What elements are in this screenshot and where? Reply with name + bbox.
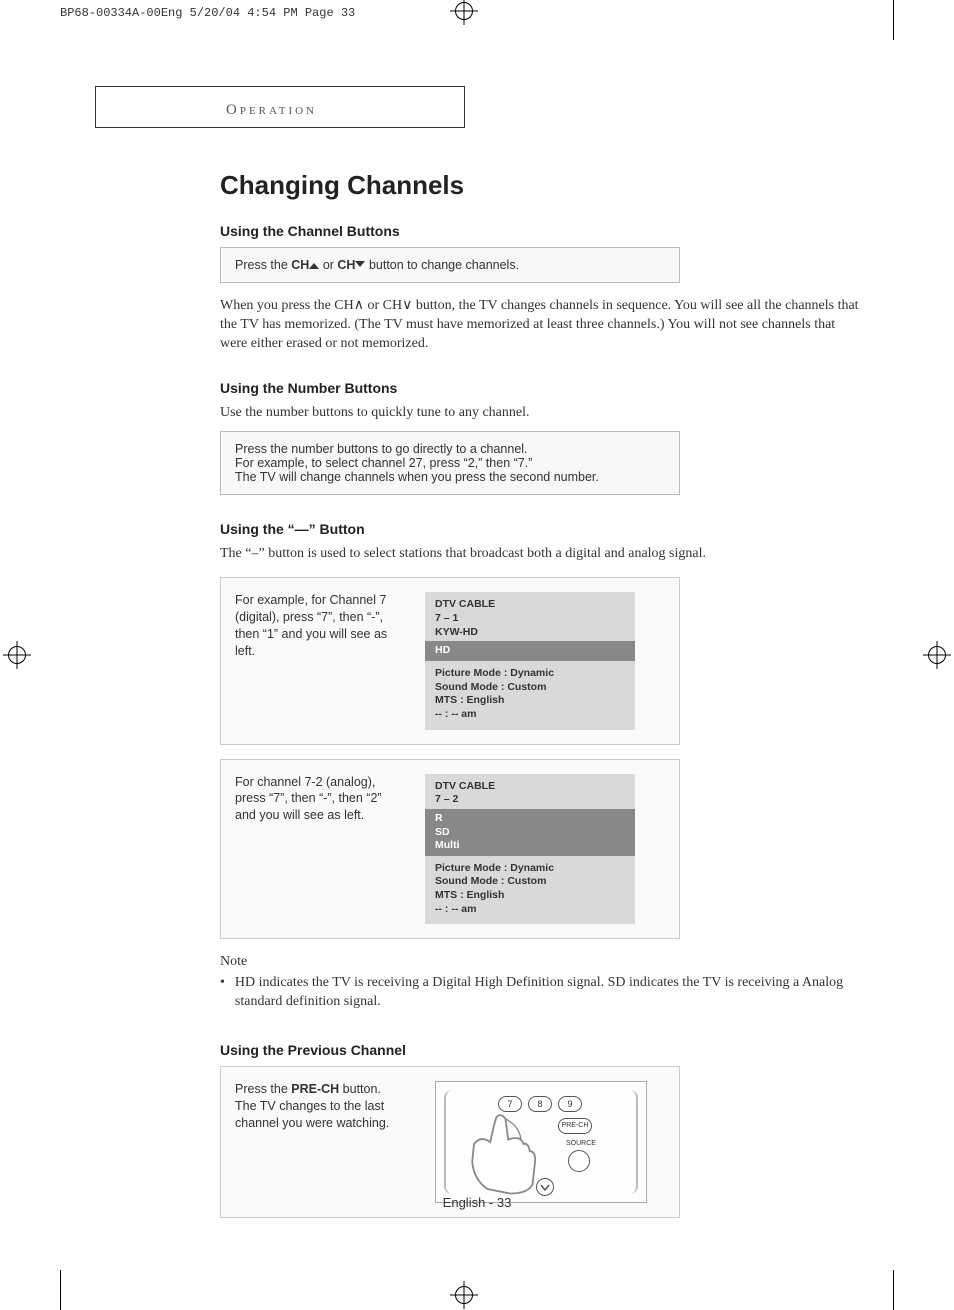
remote-button-9: 9	[558, 1096, 582, 1112]
registration-mark-right	[928, 646, 946, 664]
s1-body: When you press the CH∧ or CH∨ button, th…	[220, 297, 860, 354]
hand-icon	[456, 1108, 546, 1198]
osd2-l2: 7 – 2	[435, 793, 625, 807]
chevron-up-icon	[309, 261, 319, 269]
s4-prech-label: PRE-CH	[291, 1082, 339, 1096]
s1-box-mid: or	[319, 258, 337, 272]
chevron-down-icon	[355, 261, 365, 269]
s3-example2-box: For channel 7-2 (analog), press “7”, the…	[220, 759, 680, 940]
s3-ex1-text: For example, for Channel 7 (digital), pr…	[235, 592, 405, 729]
cropmark-text: BP68-00334A-00Eng 5/20/04 4:54 PM Page 3…	[60, 6, 355, 20]
s4-pre: Press the	[235, 1082, 291, 1096]
s2-heading: Using the Number Buttons	[220, 380, 860, 396]
s4-text: Press the PRE-CH button. The TV changes …	[235, 1081, 415, 1203]
note-title: Note	[220, 953, 860, 972]
note-block: Note • HD indicates the TV is receiving …	[220, 953, 860, 1012]
s4-heading: Using the Previous Channel	[220, 1042, 860, 1058]
s3-ex2-text: For channel 7-2 (analog), press “7”, the…	[235, 774, 405, 925]
page-footer: English - 33	[0, 1195, 954, 1210]
s1-ch-label-1: CH	[291, 258, 309, 272]
osd1-l2: 7 – 1	[435, 612, 625, 626]
osd1-b3: MTS : English	[435, 694, 625, 708]
page: BP68-00334A-00Eng 5/20/04 4:54 PM Page 3…	[0, 0, 954, 1310]
registration-mark-bottom	[455, 1286, 473, 1304]
s2-instruction-box: Press the number buttons to go directly …	[220, 431, 680, 495]
osd2-band2: SD	[435, 826, 625, 840]
section-header-box: Operation	[95, 86, 465, 128]
osd2-band1: R	[435, 812, 625, 826]
note-text: HD indicates the TV is receiving a Digit…	[235, 974, 860, 1012]
s4-l2: The TV changes to the last channel you w…	[235, 1098, 415, 1132]
osd1-l3: KYW-HD	[435, 626, 625, 640]
osd2-b4: -- : -- am	[435, 903, 625, 917]
osd1-b2: Sound Mode : Custom	[435, 681, 625, 695]
s1-box-text-post: button to change channels.	[365, 258, 519, 272]
s2-box-l2: For example, to select channel 27, press…	[235, 456, 665, 470]
s2-box-l3: The TV will change channels when you pre…	[235, 470, 665, 484]
registration-mark-left	[8, 646, 26, 664]
osd1-l1: DTV CABLE	[435, 598, 625, 612]
section-header: Operation	[226, 102, 317, 119]
remote-label-source: SOURCE	[566, 1140, 596, 1147]
s2-box-l1: Press the number buttons to go directly …	[235, 442, 665, 456]
crop-line	[893, 0, 894, 40]
remote-button-prech: PRE-CH	[558, 1118, 592, 1134]
osd2-band3: Multi	[435, 839, 625, 853]
crop-line	[893, 1270, 894, 1310]
s4-post: button.	[339, 1082, 381, 1096]
osd2-band: R SD Multi	[425, 809, 635, 856]
s1-box-text-pre: Press the	[235, 258, 291, 272]
osd1-band: HD	[425, 641, 635, 661]
s3-example1-box: For example, for Channel 7 (digital), pr…	[220, 577, 680, 744]
s1-instruction-box: Press the CH or CH button to change chan…	[220, 247, 680, 283]
note-bullet: •	[220, 974, 225, 1012]
s3-heading: Using the “—” Button	[220, 521, 860, 537]
s1-heading: Using the Channel Buttons	[220, 223, 860, 239]
content-column: Changing Channels Using the Channel Butt…	[220, 170, 860, 1232]
s2-lead: Use the number buttons to quickly tune t…	[220, 404, 860, 423]
osd2-b1: Picture Mode : Dynamic	[435, 862, 625, 876]
osd1-b4: -- : -- am	[435, 708, 625, 722]
osd2-l1: DTV CABLE	[435, 780, 625, 794]
registration-mark-top	[455, 2, 473, 20]
s3-ex1-osd: DTV CABLE 7 – 1 KYW-HD HD Picture Mode :…	[425, 592, 635, 729]
osd2-b3: MTS : English	[435, 889, 625, 903]
remote-illustration: 7 8 9 PRE-CH SOURCE	[435, 1081, 647, 1203]
s3-ex2-osd: DTV CABLE 7 – 2 R SD Multi Picture Mode …	[425, 774, 635, 925]
s3-lead: The “–” button is used to select station…	[220, 545, 860, 564]
s1-ch-label-2: CH	[337, 258, 355, 272]
page-title: Changing Channels	[220, 170, 860, 201]
osd2-b2: Sound Mode : Custom	[435, 875, 625, 889]
crop-line	[60, 1270, 61, 1310]
osd1-b1: Picture Mode : Dynamic	[435, 667, 625, 681]
remote-button-source	[568, 1150, 590, 1172]
